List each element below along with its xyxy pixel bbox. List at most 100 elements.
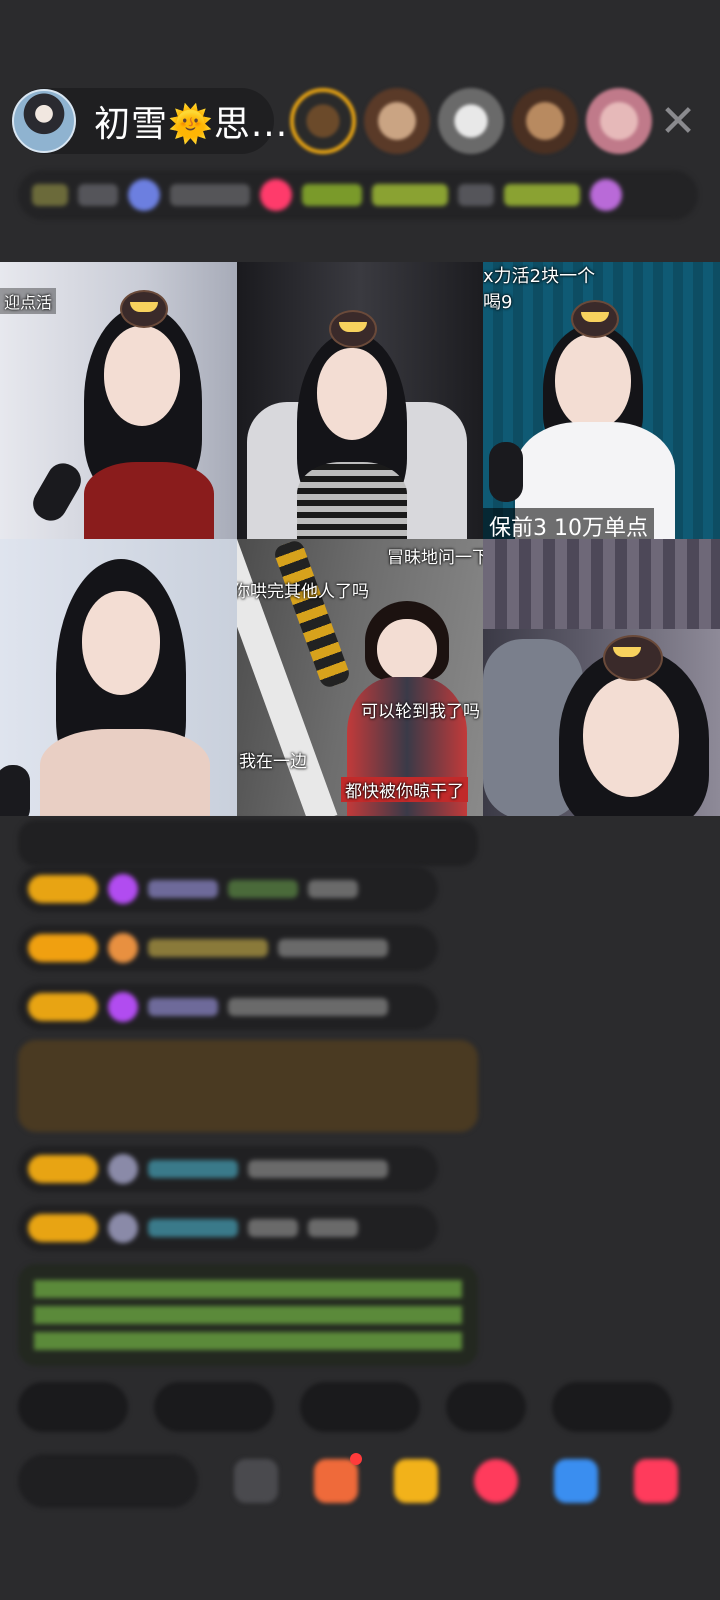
ticker-item <box>302 184 362 206</box>
announcement <box>18 1264 478 1366</box>
gift-box-wrapper[interactable] <box>314 1453 362 1503</box>
ticker-item <box>78 184 118 206</box>
username <box>148 1160 238 1178</box>
ticker-item <box>170 184 250 206</box>
gem-icon <box>108 992 138 1022</box>
ticker-item <box>590 179 622 211</box>
message-text <box>228 998 388 1016</box>
audience-avatar[interactable] <box>586 88 652 154</box>
heart-gift-icon[interactable] <box>474 1459 518 1503</box>
audience-avatar[interactable] <box>364 88 430 154</box>
video-tile-3[interactable]: x力活2块一个 喝9 保前3 10万单点 <box>483 262 720 539</box>
badge-icon <box>108 933 138 963</box>
host-avatar[interactable] <box>12 89 76 153</box>
streamer-face <box>82 591 160 695</box>
gift-box-icon[interactable] <box>314 1459 358 1503</box>
host-name[interactable]: 初雪🌞思... <box>94 95 288 147</box>
chat-message[interactable] <box>18 866 438 912</box>
streamer-outfit <box>40 729 210 816</box>
quick-reply-button[interactable] <box>552 1382 672 1432</box>
streamer-face <box>583 677 679 797</box>
ticker-item <box>260 179 292 211</box>
quick-reply-button[interactable] <box>154 1382 274 1432</box>
ticker-item <box>504 184 580 206</box>
video-tile-5[interactable]: 冒昧地问一下 你哄完其他人了吗 可以轮到我了吗 我在一边 都快被你晾干了 <box>237 539 483 816</box>
video-tile-6[interactable] <box>483 539 720 816</box>
streamer-outfit <box>297 462 407 539</box>
video-tile-1[interactable]: 迎点活 <box>0 262 237 539</box>
level-badge <box>28 875 98 903</box>
microphone-icon <box>489 442 523 502</box>
audience-avatar[interactable] <box>438 88 504 154</box>
meme-caption: 冒昧地问一下 <box>387 548 483 568</box>
pumpkin-headband-icon <box>603 635 663 681</box>
message-text <box>228 880 298 898</box>
ticker-item <box>32 184 68 206</box>
message-text <box>248 1160 388 1178</box>
username <box>148 1219 238 1237</box>
pumpkin-headband-icon <box>329 310 377 348</box>
chat-message[interactable] <box>18 1205 438 1251</box>
level-badge <box>28 1214 98 1242</box>
microphone-icon <box>27 457 87 527</box>
audience-avatar[interactable] <box>290 88 356 154</box>
comment-input[interactable] <box>18 1454 198 1508</box>
streamer-face <box>555 334 631 430</box>
ticker-item <box>458 184 494 206</box>
microphone-icon <box>0 765 30 816</box>
close-icon[interactable]: ✕ <box>656 100 700 144</box>
announcement-text <box>34 1280 462 1350</box>
avatar <box>108 1154 138 1184</box>
level-badge <box>28 1155 98 1183</box>
host-info-pill[interactable]: 初雪🌞思... <box>12 88 287 154</box>
ticker-item <box>128 179 160 211</box>
meme-caption: 你哄完其他人了吗 <box>237 582 369 602</box>
traffic-bollards <box>272 539 352 690</box>
pumpkin-headband-icon <box>120 290 168 328</box>
quick-reply-button[interactable] <box>18 1382 128 1432</box>
tile-label: 迎点活 <box>0 288 57 314</box>
level-badge <box>28 934 98 962</box>
username <box>148 939 268 957</box>
ranking-ticker[interactable] <box>18 170 698 220</box>
share-icon[interactable] <box>234 1459 278 1503</box>
bottom-toolbar <box>18 1453 678 1508</box>
message-text <box>308 880 358 898</box>
entry-notice <box>18 1040 478 1132</box>
quick-reply-button[interactable] <box>446 1382 526 1432</box>
quick-reply-bar[interactable] <box>18 1382 672 1432</box>
message-text <box>278 939 388 957</box>
tile-label: 喝9 <box>483 292 513 313</box>
curtain <box>483 539 720 629</box>
gem-icon <box>108 874 138 904</box>
gift-icon[interactable] <box>634 1459 678 1503</box>
streamer-face <box>104 326 180 426</box>
notification-dot <box>350 1453 362 1465</box>
video-tile-2[interactable] <box>237 262 483 539</box>
streamer-face <box>317 348 387 440</box>
quick-reply-button[interactable] <box>300 1382 420 1432</box>
tile-banner: 保前3 10万单点 <box>483 508 654 539</box>
meme-caption: 我在一边 <box>239 752 307 772</box>
chat-message[interactable] <box>18 925 438 971</box>
child-face <box>377 619 437 681</box>
audience-avatars[interactable] <box>290 88 652 154</box>
video-tile-4[interactable] <box>0 539 237 816</box>
meme-caption: 可以轮到我了吗 <box>361 702 480 722</box>
multi-guest-video-grid: 迎点活 x力活2块一个 喝9 保前3 10万单点 冒昧地问一下 你哄完其他人了吗… <box>0 262 720 816</box>
meme-caption: 都快被你晾干了 <box>341 777 468 802</box>
pumpkin-headband-icon <box>571 300 619 338</box>
chat-message[interactable] <box>18 984 438 1030</box>
message-text <box>308 1219 358 1237</box>
ticker-item <box>372 184 448 206</box>
username <box>148 998 218 1016</box>
system-notice <box>18 820 478 866</box>
treasure-icon[interactable] <box>394 1459 438 1503</box>
level-badge <box>28 993 98 1021</box>
streamer-outfit <box>84 462 214 539</box>
tile-label: x力活2块一个 <box>483 266 596 287</box>
audience-avatar[interactable] <box>512 88 578 154</box>
chat-message[interactable] <box>18 1146 438 1192</box>
avatar <box>108 1213 138 1243</box>
chat-bubble-icon[interactable] <box>554 1459 598 1503</box>
